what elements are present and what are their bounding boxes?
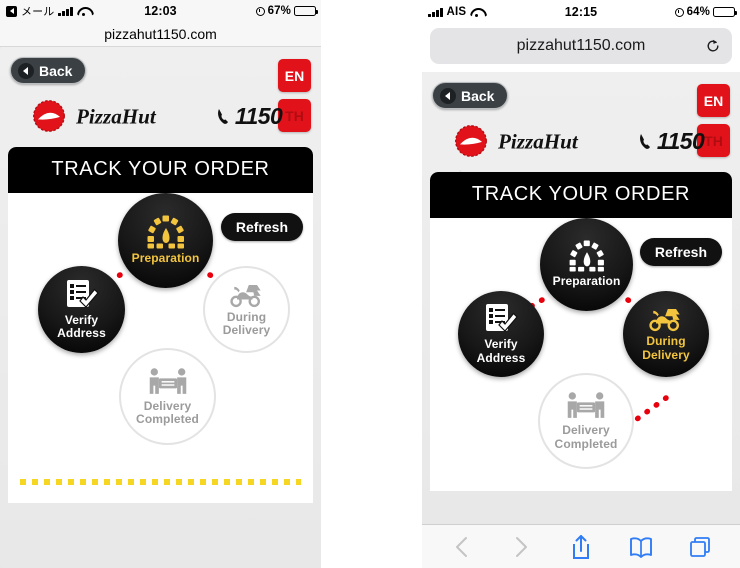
chevron-left-icon: [440, 87, 456, 104]
refresh-button[interactable]: Refresh: [639, 238, 722, 266]
step-during-delivery[interactable]: During Delivery: [203, 266, 290, 353]
pizzahut-logo-icon: [455, 125, 487, 157]
hotline-phone[interactable]: 1150: [638, 127, 705, 155]
left-url-bar[interactable]: pizzahut1150.com: [0, 22, 321, 47]
step-verify-address-label-1: Verify: [64, 312, 99, 327]
phone-handset-icon: [639, 134, 650, 149]
pizza-oven-icon: [146, 215, 186, 249]
step-during-delivery-label-1: During: [226, 309, 267, 324]
tabs-icon[interactable]: [687, 534, 713, 560]
step-delivery-completed-label-1: Delivery: [562, 423, 610, 438]
step-preparation-label: Preparation: [131, 251, 200, 266]
language-button-en[interactable]: EN: [278, 59, 311, 92]
brand-header: PizzaHut 1150: [0, 99, 321, 133]
step-preparation[interactable]: Preparation: [118, 193, 213, 288]
status-clock: 12:03: [144, 4, 177, 18]
step-verify-address[interactable]: Verify Address: [458, 291, 544, 377]
status-clock: 12:15: [564, 5, 598, 19]
pizzahut-wordmark: PizzaHut: [498, 129, 579, 153]
screenshot-stage: メール 12:03 67% pizzahut1150.com Back EN T…: [0, 0, 740, 568]
battery-icon: [294, 6, 319, 16]
right-phone-screenshot: AIS 12:15 64% pizzahut1150.com Back EN T…: [422, 0, 740, 568]
pizzahut-wordmark: PizzaHut: [76, 104, 157, 128]
step-delivery-completed[interactable]: Delivery Completed: [538, 373, 634, 469]
track-order-card: TRACK YOUR ORDER Refresh Preparation Ver…: [8, 147, 313, 503]
right-page-content: Back EN TH PizzaHut 1150 TRACK YOUR ORDE…: [422, 72, 740, 524]
back-button[interactable]: Back: [10, 57, 87, 84]
step-delivery-completed-label-2: Completed: [136, 412, 199, 426]
safari-url-text: pizzahut1150.com: [516, 37, 646, 54]
track-order-body: Refresh Preparation Verify Address Durin…: [8, 193, 313, 503]
hotline-phone[interactable]: 1150: [216, 102, 283, 130]
left-status-bar: メール 12:03 67%: [0, 0, 321, 22]
checklist-icon: [64, 279, 100, 311]
track-order-title: TRACK YOUR ORDER: [430, 172, 732, 218]
svg-text:PizzaHut: PizzaHut: [76, 104, 157, 128]
battery-icon: [713, 7, 738, 17]
book-icon[interactable]: [628, 534, 654, 560]
nav-forward-button[interactable]: [508, 534, 534, 560]
safari-toolbar: [422, 524, 740, 568]
step-preparation[interactable]: Preparation: [540, 218, 633, 311]
brand-header: PizzaHut 1150: [422, 124, 740, 158]
step-verify-address[interactable]: Verify Address: [38, 266, 125, 353]
footer-dashed-divider: [20, 479, 301, 485]
step-delivery-completed-label-2: Completed: [554, 436, 618, 451]
hotline-number: 1150: [656, 127, 705, 154]
step-during-delivery-label-1: During: [646, 334, 686, 349]
track-order-title: TRACK YOUR ORDER: [8, 147, 313, 193]
pizza-oven-icon: [568, 240, 606, 272]
alarm-clock-icon: [674, 7, 684, 17]
language-button-en[interactable]: EN: [697, 84, 730, 117]
left-phone-screenshot: メール 12:03 67% pizzahut1150.com Back EN T…: [0, 0, 321, 568]
phone-handset-icon: [217, 109, 228, 124]
handover-icon: [147, 367, 189, 397]
step-verify-address-label-2: Address: [476, 350, 526, 365]
back-button[interactable]: Back: [432, 82, 509, 109]
nav-back-button[interactable]: [449, 534, 475, 560]
step-delivery-completed[interactable]: Delivery Completed: [119, 348, 216, 445]
hotline-number: 1150: [234, 102, 283, 129]
safari-address-bar[interactable]: pizzahut1150.com: [430, 28, 732, 64]
chevron-left-icon: [18, 62, 34, 79]
back-button-label: Back: [39, 62, 73, 79]
pizzahut-logo-icon: [33, 100, 65, 132]
handover-icon: [565, 391, 607, 421]
refresh-button[interactable]: Refresh: [220, 213, 303, 241]
reload-icon[interactable]: [705, 38, 721, 54]
scooter-icon: [227, 282, 267, 308]
track-order-card: TRACK YOUR ORDER Refresh Preparation Ver…: [430, 172, 732, 491]
right-status-bar: AIS 12:15 64%: [422, 0, 740, 24]
scooter-icon: [646, 306, 686, 332]
step-delivery-completed-label-1: Delivery: [143, 398, 192, 413]
track-order-body: Refresh Preparation Verify Address Durin…: [430, 218, 732, 491]
step-verify-address-label-1: Verify: [484, 337, 518, 352]
right-url-bar-wrap: pizzahut1150.com: [422, 24, 740, 72]
alarm-clock-icon: [255, 6, 265, 16]
svg-text:PizzaHut: PizzaHut: [498, 129, 579, 153]
share-icon[interactable]: [568, 534, 594, 560]
checklist-icon: [483, 303, 519, 335]
step-preparation-label: Preparation: [552, 274, 621, 289]
left-page-content: Back EN TH PizzaHut 1150 TRACK YOUR ORDE…: [0, 47, 321, 568]
step-during-delivery-label-2: Delivery: [642, 347, 690, 362]
step-verify-address-label-2: Address: [57, 326, 106, 340]
step-during-delivery[interactable]: During Delivery: [623, 291, 709, 377]
step-during-delivery-label-2: Delivery: [222, 323, 271, 337]
back-button-label: Back: [461, 87, 495, 104]
